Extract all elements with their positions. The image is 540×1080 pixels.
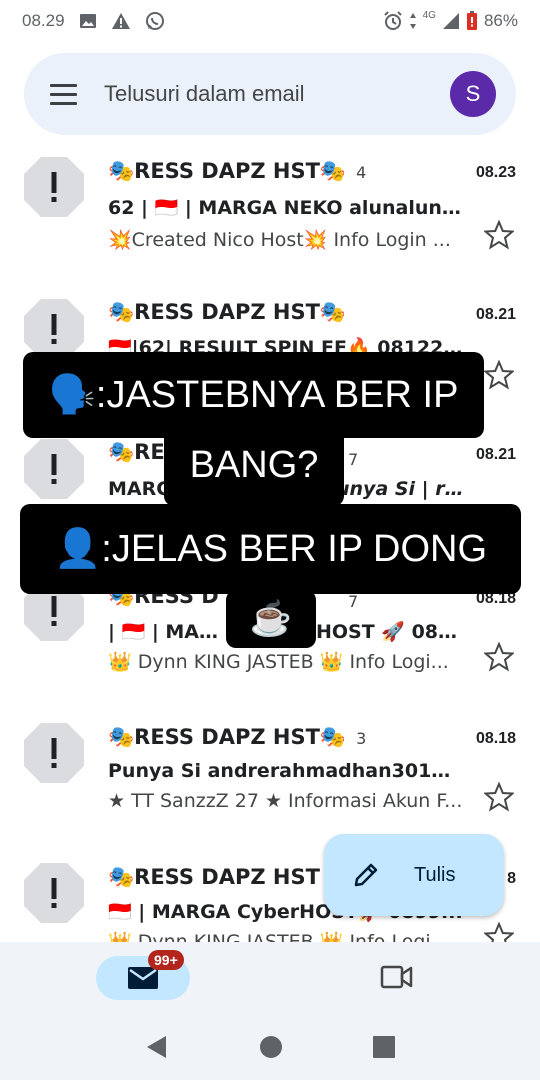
search-input[interactable]: Telusuri dalam email [104, 81, 305, 107]
email-time: 08.21 [475, 446, 516, 463]
sender-name: 🎭RESS DAPZ HST [108, 865, 320, 889]
spam-warning-icon [24, 863, 84, 923]
sender-name: 🎭RESS DAPZ HST🎭 [108, 300, 347, 324]
whatsapp-icon [145, 11, 165, 31]
signal-icon [442, 12, 460, 30]
system-navigation [0, 1014, 540, 1080]
compose-label: Tulis [414, 863, 456, 886]
thread-count: 3 [356, 729, 367, 748]
star-icon[interactable] [484, 922, 514, 942]
star-icon[interactable] [484, 782, 514, 812]
star-icon[interactable] [484, 360, 514, 390]
home-icon[interactable] [259, 1035, 283, 1059]
email-snippet: 💥Created Nico Host💥 Info Login ... [108, 229, 451, 251]
avatar[interactable]: S [450, 71, 496, 117]
warning-icon [111, 12, 131, 30]
battery-icon [466, 11, 478, 31]
unread-badge: 99+ [148, 950, 184, 970]
overlay-caption-question-2: BANG? [164, 424, 344, 506]
sender-name: 🎭RESS DAPZ HST🎭 [108, 725, 347, 749]
search-bar[interactable]: Telusuri dalam email S [24, 53, 516, 135]
email-subject: | 🇮🇩 | MARG [108, 621, 228, 643]
spam-warning-icon [24, 439, 84, 499]
status-bar: 08.29 4G 86% [0, 0, 540, 42]
battery-text: 86% [483, 11, 518, 30]
email-snippet: ★ TT SanzzZ 27 ★ Informasi Akun F... [108, 790, 463, 812]
email-snippet: 👑 Dynn KING JASTEB 👑 Info Logi... [108, 651, 449, 673]
menu-icon[interactable] [50, 79, 80, 109]
spam-warning-icon [24, 723, 84, 783]
recents-icon[interactable] [372, 1035, 396, 1059]
email-time: 8 [507, 870, 516, 887]
overlay-caption-answer: 👤:JELAS BER IP DONG [20, 504, 521, 594]
spam-warning-icon [24, 299, 84, 359]
email-subject-tail: HOST 🚀 089... [316, 621, 468, 643]
star-icon[interactable] [484, 220, 514, 250]
nav-meet-tab[interactable] [380, 964, 414, 995]
compose-button[interactable]: Tulis [324, 834, 504, 916]
email-time: 08.23 [475, 164, 516, 181]
alarm-icon [383, 11, 403, 31]
thread-count: 4 [356, 163, 367, 182]
thread-count: 7 [348, 592, 359, 611]
email-subject: Punya Si andrerahmadhan301@g... [108, 760, 468, 782]
email-row[interactable]: 🎭RESS DAPZ HST🎭 3 08.18 Punya Si andrerah… [0, 702, 540, 842]
sender-name: 🎭RESS DAPZ HST🎭 [108, 159, 347, 183]
bottom-navigation: 99+ [0, 942, 540, 1080]
email-subject-tail: unya Si | ra... [336, 478, 464, 500]
data-arrows-icon [409, 12, 417, 30]
network-type-text: 4G [422, 9, 436, 21]
clock-text: 08.29 [22, 11, 65, 30]
email-snippet: 👑 Dynn KING JASTEB 👑 Info Logi... [108, 931, 449, 942]
pencil-icon [354, 863, 378, 887]
email-row[interactable]: 🎭RESS DAPZ HST🎭 4 08.23 62 | 🇮🇩 | MARGA N… [0, 142, 540, 282]
video-camera-icon [380, 965, 413, 989]
overlay-coffee-emoji: ☕ [226, 590, 316, 648]
email-subject: 62 | 🇮🇩 | MARGA NEKO alunalun2... [108, 197, 468, 219]
back-icon[interactable] [144, 1034, 170, 1060]
sender-name: 🎭RE [108, 440, 165, 464]
gallery-icon [79, 13, 97, 29]
thread-count: 7 [348, 450, 359, 469]
spam-warning-icon [24, 157, 84, 217]
email-time: 08.18 [475, 730, 516, 747]
star-icon[interactable] [484, 642, 514, 672]
email-time: 08.21 [475, 306, 516, 323]
